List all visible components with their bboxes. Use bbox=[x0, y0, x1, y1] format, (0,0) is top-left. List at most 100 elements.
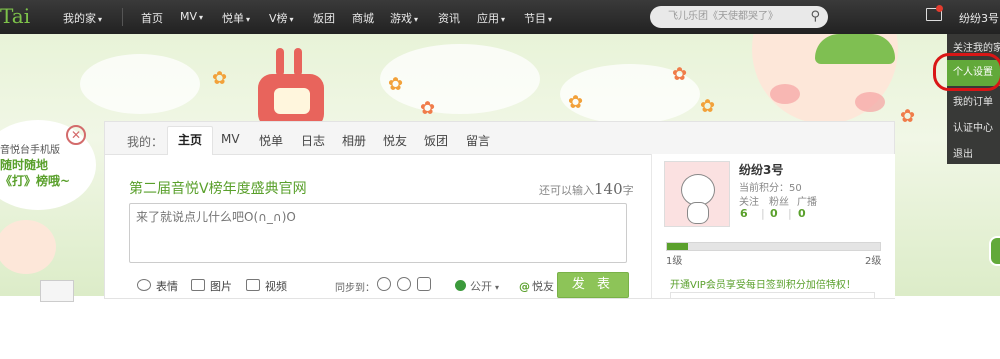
flower-decoration: ✿ bbox=[420, 98, 436, 119]
profile-tabs: 我的： 主页 MV 悦单 日志 相册 悦友 饭团 留言 bbox=[105, 122, 894, 155]
search-input[interactable]: 飞儿乐团《天使都哭了》 ⚲ bbox=[650, 6, 828, 28]
menu-item-my-home[interactable]: 关注我的家 bbox=[953, 39, 1000, 54]
tab-fan-club[interactable]: 饭团 bbox=[424, 132, 448, 149]
qzone-icon[interactable] bbox=[417, 277, 431, 291]
flower-decoration: ✿ bbox=[212, 68, 228, 89]
stat-value-following[interactable]: 6 bbox=[740, 207, 748, 220]
mobile-app-promo[interactable]: 音悦台手机版 随时随地 《打》榜哦~ ✕ bbox=[0, 120, 104, 302]
nav-shows[interactable]: 节目 ▾ bbox=[524, 10, 552, 26]
chevron-down-icon: ▾ bbox=[199, 13, 204, 22]
renren-icon[interactable] bbox=[397, 277, 411, 291]
mention-friends-button[interactable]: @ 悦友 bbox=[519, 278, 554, 294]
stat-label-following: 关注 bbox=[739, 197, 759, 208]
menu-item-logout[interactable]: 退出 bbox=[953, 145, 973, 160]
flower-decoration: ✿ bbox=[700, 96, 716, 117]
vip-box bbox=[670, 292, 875, 299]
emoji-button[interactable]: 表情 bbox=[137, 278, 178, 294]
user-name[interactable]: 纷纷3号 bbox=[739, 161, 783, 178]
post-title-link[interactable]: 第二届音悦V榜年度盛典官网 bbox=[129, 178, 307, 198]
flower-decoration: ✿ bbox=[568, 92, 584, 113]
tab-blog[interactable]: 日志 bbox=[301, 132, 325, 149]
side-float-tab[interactable] bbox=[989, 236, 1000, 266]
tool-label: 图片 bbox=[210, 280, 232, 293]
chevron-down-icon: ▾ bbox=[495, 283, 500, 292]
char-hint-prefix: 还可以输入 bbox=[539, 184, 594, 197]
nav-apps[interactable]: 应用 ▾ bbox=[477, 10, 505, 26]
visibility-label: 公开 bbox=[470, 280, 492, 293]
nav-my-home[interactable]: 我的家 ▾ bbox=[63, 10, 102, 26]
level-progress-bar bbox=[666, 242, 881, 251]
stat-divider: | bbox=[761, 207, 765, 220]
girl-hair bbox=[815, 34, 895, 64]
chevron-down-icon: ▾ bbox=[289, 15, 294, 24]
stat-value-broadcasts[interactable]: 0 bbox=[798, 207, 806, 220]
menu-item-verification[interactable]: 认证中心 bbox=[953, 119, 993, 134]
tv-mascot-illustration bbox=[258, 48, 324, 128]
char-hint-suffix: 字 bbox=[622, 184, 634, 197]
avatar[interactable] bbox=[664, 161, 730, 227]
nav-news[interactable]: 资讯 bbox=[438, 10, 460, 26]
image-icon bbox=[191, 279, 205, 291]
smile-icon bbox=[137, 279, 151, 291]
tab-home[interactable]: 主页 bbox=[167, 126, 214, 155]
promo-line: 音悦台手机版 bbox=[0, 145, 60, 156]
char-count-hint: 还可以输入140字 bbox=[539, 180, 634, 198]
nav-shop[interactable]: 商城 bbox=[352, 10, 374, 26]
chevron-down-icon: ▾ bbox=[98, 15, 103, 24]
flower-decoration: ✿ bbox=[388, 74, 404, 95]
nav-playlist[interactable]: 悦单 ▾ bbox=[222, 10, 250, 26]
site-logo[interactable]: Tai bbox=[0, 4, 30, 28]
weibo-icon[interactable] bbox=[377, 277, 391, 291]
kid-illustration bbox=[0, 220, 56, 274]
chevron-down-icon: ▾ bbox=[414, 15, 419, 24]
tool-label: 表情 bbox=[156, 280, 178, 293]
tab-messages[interactable]: 留言 bbox=[466, 132, 490, 149]
nav-vchart[interactable]: V榜 ▾ bbox=[269, 10, 294, 26]
menu-item-orders[interactable]: 我的订单 bbox=[953, 93, 993, 108]
post-textarea[interactable] bbox=[129, 203, 627, 263]
highlight-annotation bbox=[933, 53, 1000, 91]
stat-divider: | bbox=[788, 207, 792, 220]
tv-ear bbox=[294, 48, 302, 76]
nav-label: 节目 bbox=[524, 12, 546, 25]
search-placeholder: 飞儿乐团《天使都哭了》 bbox=[668, 11, 778, 22]
tab-mv[interactable]: MV bbox=[221, 132, 240, 146]
search-icon[interactable]: ⚲ bbox=[810, 6, 820, 28]
tab-friends[interactable]: 悦友 bbox=[383, 132, 407, 149]
nav-label: V榜 bbox=[269, 12, 288, 25]
close-circle-icon[interactable]: ✕ bbox=[66, 125, 86, 145]
chevron-down-icon: ▾ bbox=[548, 15, 553, 24]
video-icon bbox=[246, 279, 260, 291]
profile-panel: 我的： 主页 MV 悦单 日志 相册 悦友 饭团 留言 第二届音悦V榜年度盛典官… bbox=[104, 121, 895, 299]
nav-divider bbox=[122, 8, 123, 26]
nav-mv[interactable]: MV ▾ bbox=[180, 10, 203, 23]
tv-ear bbox=[276, 48, 284, 76]
nav-fan-club[interactable]: 饭团 bbox=[313, 10, 335, 26]
publish-button[interactable]: 发 表 bbox=[557, 272, 629, 298]
stat-value-fans[interactable]: 0 bbox=[770, 207, 778, 220]
cheek bbox=[770, 84, 800, 104]
nav-games[interactable]: 游戏 ▾ bbox=[390, 10, 418, 26]
chevron-down-icon: ▾ bbox=[246, 15, 251, 24]
video-button[interactable]: 视频 bbox=[246, 278, 287, 294]
notification-badge bbox=[936, 5, 943, 12]
user-menu-trigger[interactable]: 纷纷3号▾ bbox=[959, 10, 1000, 26]
flower-decoration: ✿ bbox=[672, 64, 688, 85]
nav-label: MV bbox=[180, 10, 198, 23]
tab-album[interactable]: 相册 bbox=[342, 132, 366, 149]
username-label: 纷纷3号 bbox=[959, 12, 999, 25]
promo-line: 《打》榜哦~ bbox=[0, 174, 71, 188]
stat-label-fans: 粉丝 bbox=[769, 197, 789, 208]
chevron-down-icon: ▾ bbox=[501, 15, 506, 24]
level-progress-fill bbox=[667, 243, 689, 250]
char-count: 140 bbox=[594, 180, 623, 198]
vip-promo-link[interactable]: 开通VIP会员享受每日签到积分加倍特权！ bbox=[670, 276, 856, 291]
friends-label: 悦友 bbox=[532, 280, 554, 293]
visibility-select[interactable]: 公开 ▾ bbox=[455, 278, 499, 294]
tab-playlist[interactable]: 悦单 bbox=[259, 132, 283, 149]
nav-home[interactable]: 首页 bbox=[141, 10, 163, 26]
image-button[interactable]: 图片 bbox=[191, 278, 232, 294]
nav-label: 悦单 bbox=[222, 12, 244, 25]
sync-label: 同步到： bbox=[335, 283, 375, 294]
cloud-decoration bbox=[80, 54, 200, 114]
